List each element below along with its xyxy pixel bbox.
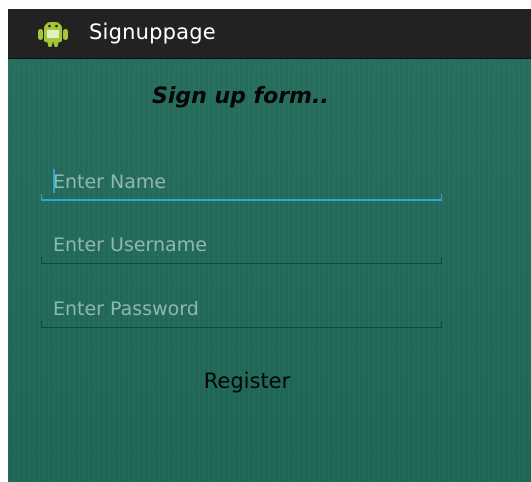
name-field-underline (41, 194, 442, 201)
app-title: Signuppage (89, 20, 216, 44)
username-field-underline (41, 257, 442, 264)
signup-form: Sign up form.. Register (8, 59, 531, 482)
android-icon (38, 20, 68, 48)
android-screen: Signuppage Sign up form.. Register (8, 9, 531, 482)
action-bar: Signuppage (8, 9, 531, 59)
register-button[interactable]: Register (157, 363, 337, 399)
password-field-underline (41, 321, 442, 328)
form-title: Sign up form.. (152, 84, 329, 109)
